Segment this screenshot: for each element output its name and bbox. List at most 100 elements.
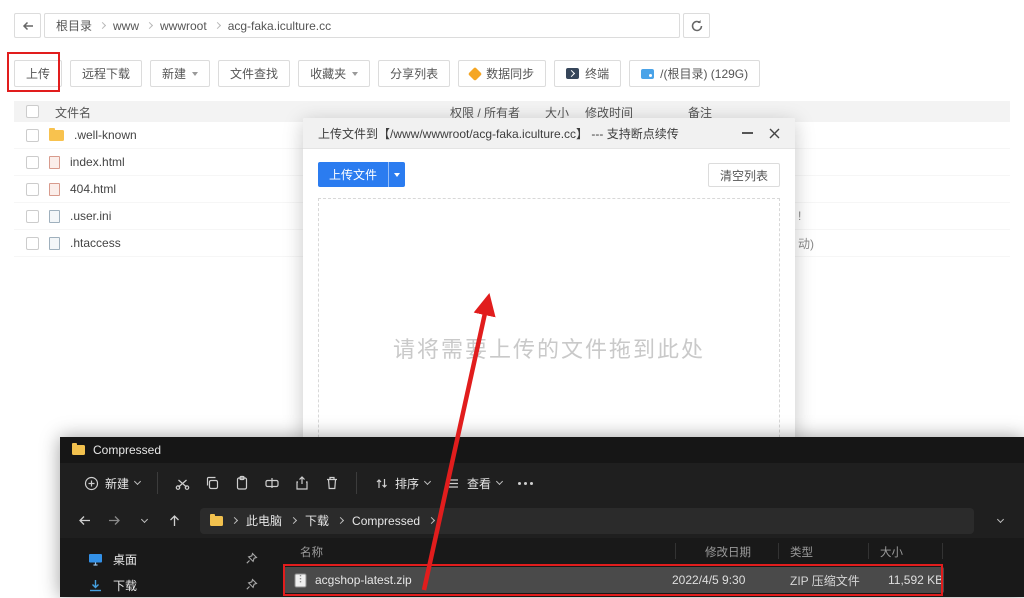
terminal-icon <box>566 68 579 79</box>
terminal-button[interactable]: 终端 <box>554 60 621 87</box>
new-item-button[interactable]: 新建 <box>76 468 148 498</box>
delete-button[interactable] <box>317 468 347 498</box>
col-size[interactable]: 大小 <box>880 544 903 560</box>
upload-button-label: 上传 <box>26 65 50 82</box>
sidebar-item-downloads[interactable]: 下载 <box>60 572 280 598</box>
sort-icon <box>374 476 389 491</box>
chevron-down-icon <box>424 478 431 485</box>
sidebar-item-label: 下载 <box>113 577 137 594</box>
chevron-right-icon <box>337 517 344 524</box>
chevron-down-icon <box>496 478 503 485</box>
col-date[interactable]: 修改日期 <box>705 544 751 560</box>
explorer-titlebar: Compressed <box>60 437 1024 463</box>
config-file-icon <box>49 237 60 250</box>
data-sync-label: 数据同步 <box>486 65 534 82</box>
column-divider[interactable] <box>942 543 943 559</box>
back-button[interactable] <box>14 13 41 38</box>
copy-icon <box>204 475 220 491</box>
data-sync-button[interactable]: 数据同步 <box>458 60 546 87</box>
minimize-icon[interactable] <box>742 132 753 134</box>
row-checkbox[interactable] <box>26 129 39 142</box>
row-checkbox[interactable] <box>26 210 39 223</box>
upload-file-split-button: 上传文件 <box>318 162 405 187</box>
col-name[interactable]: 名称 <box>300 544 323 560</box>
upload-file-button[interactable]: 上传文件 <box>318 162 388 187</box>
trash-icon <box>324 475 340 491</box>
chevron-right-icon <box>146 22 153 29</box>
column-divider[interactable] <box>868 543 869 559</box>
explorer-sidebar: 桌面 下载 <box>60 538 280 597</box>
folder-icon <box>210 516 223 526</box>
explorer-file-list: 名称 修改日期 类型 大小 acgshop-latest.zip 2022/4/… <box>280 538 1024 597</box>
windows-explorer: Compressed 新建 <box>60 437 1024 597</box>
share-list-label: 分享列表 <box>390 65 438 82</box>
cut-button[interactable] <box>167 468 197 498</box>
disk-button[interactable]: /(根目录) (129G) <box>629 60 760 87</box>
share-button[interactable] <box>287 468 317 498</box>
remote-download-button[interactable]: 远程下载 <box>70 60 142 87</box>
file-search-button[interactable]: 文件查找 <box>218 60 290 87</box>
chevron-down-icon <box>192 72 198 79</box>
new-button[interactable]: 新建 <box>150 60 210 87</box>
file-name[interactable]: .htaccess <box>70 236 121 250</box>
column-divider[interactable] <box>778 543 779 559</box>
nav-history-button[interactable] <box>132 509 156 533</box>
html-file-icon <box>49 183 60 196</box>
breadcrumb-item-site[interactable]: acg-faka.iculture.cc <box>228 19 331 33</box>
crumb-compressed[interactable]: Compressed <box>352 514 420 528</box>
share-list-button[interactable]: 分享列表 <box>378 60 450 87</box>
file-name[interactable]: .user.ini <box>70 209 111 223</box>
address-breadcrumb[interactable]: 此电脑 下载 Compressed <box>200 508 974 534</box>
upload-dropzone[interactable]: 请将需要上传的文件拖到此处 <box>318 198 780 448</box>
crumb-downloads[interactable]: 下载 <box>305 512 329 529</box>
breadcrumb-item-www[interactable]: www <box>113 19 139 33</box>
upload-file-dropdown[interactable] <box>388 162 405 187</box>
config-file-icon <box>49 210 60 223</box>
crumb-this-pc[interactable]: 此电脑 <box>246 512 282 529</box>
upload-dialog-header: 上传文件到【/www/wwwroot/acg-faka.iculture.cc】… <box>303 118 795 149</box>
file-name[interactable]: 404.html <box>70 182 116 196</box>
desktop-icon <box>88 553 103 566</box>
upload-dialog: 上传文件到【/www/wwwroot/acg-faka.iculture.cc】… <box>303 118 795 448</box>
refresh-button[interactable] <box>683 13 710 38</box>
sidebar-item-desktop[interactable]: 桌面 <box>60 546 280 572</box>
zip-file-date: 2022/4/5 9:30 <box>672 573 745 587</box>
address-dropdown-button[interactable] <box>988 509 1012 533</box>
file-name[interactable]: index.html <box>70 155 125 169</box>
upload-button[interactable]: 上传 <box>14 60 62 87</box>
sort-button[interactable]: 排序 <box>366 468 438 498</box>
close-icon[interactable] <box>768 127 781 140</box>
nav-forward-button[interactable] <box>102 509 126 533</box>
favorites-label: 收藏夹 <box>310 65 346 82</box>
rename-button[interactable] <box>257 468 287 498</box>
file-name[interactable]: .well-known <box>74 128 137 142</box>
column-divider[interactable] <box>675 543 676 559</box>
file-row-selected[interactable]: acgshop-latest.zip 2022/4/5 9:30 ZIP 压缩文… <box>284 567 944 593</box>
divider <box>356 472 357 494</box>
more-options-button[interactable] <box>510 468 540 498</box>
pin-icon <box>245 552 258 565</box>
copy-button[interactable] <box>197 468 227 498</box>
ellipsis-icon <box>518 482 533 485</box>
nav-up-button[interactable] <box>162 509 186 533</box>
col-filename[interactable]: 文件名 <box>55 104 91 121</box>
row-checkbox[interactable] <box>26 183 39 196</box>
row-checkbox[interactable] <box>26 237 39 250</box>
disk-label: /(根目录) (129G) <box>660 65 748 82</box>
col-type[interactable]: 类型 <box>790 544 813 560</box>
sidebar-item-label: 桌面 <box>113 551 137 568</box>
select-all-checkbox[interactable] <box>26 105 39 118</box>
chevron-right-icon <box>99 22 106 29</box>
breadcrumb-item-root[interactable]: 根目录 <box>56 17 92 34</box>
new-item-label: 新建 <box>105 475 129 492</box>
row-checkbox[interactable] <box>26 156 39 169</box>
view-button[interactable]: 查看 <box>438 468 510 498</box>
breadcrumb-item-wwwroot[interactable]: wwwroot <box>160 19 207 33</box>
clear-list-button[interactable]: 清空列表 <box>708 163 780 187</box>
paste-button[interactable] <box>227 468 257 498</box>
nav-back-button[interactable] <box>72 509 96 533</box>
favorites-button[interactable]: 收藏夹 <box>298 60 370 87</box>
share-icon <box>294 475 310 491</box>
arrow-right-icon <box>107 513 122 528</box>
disk-icon <box>641 69 654 79</box>
